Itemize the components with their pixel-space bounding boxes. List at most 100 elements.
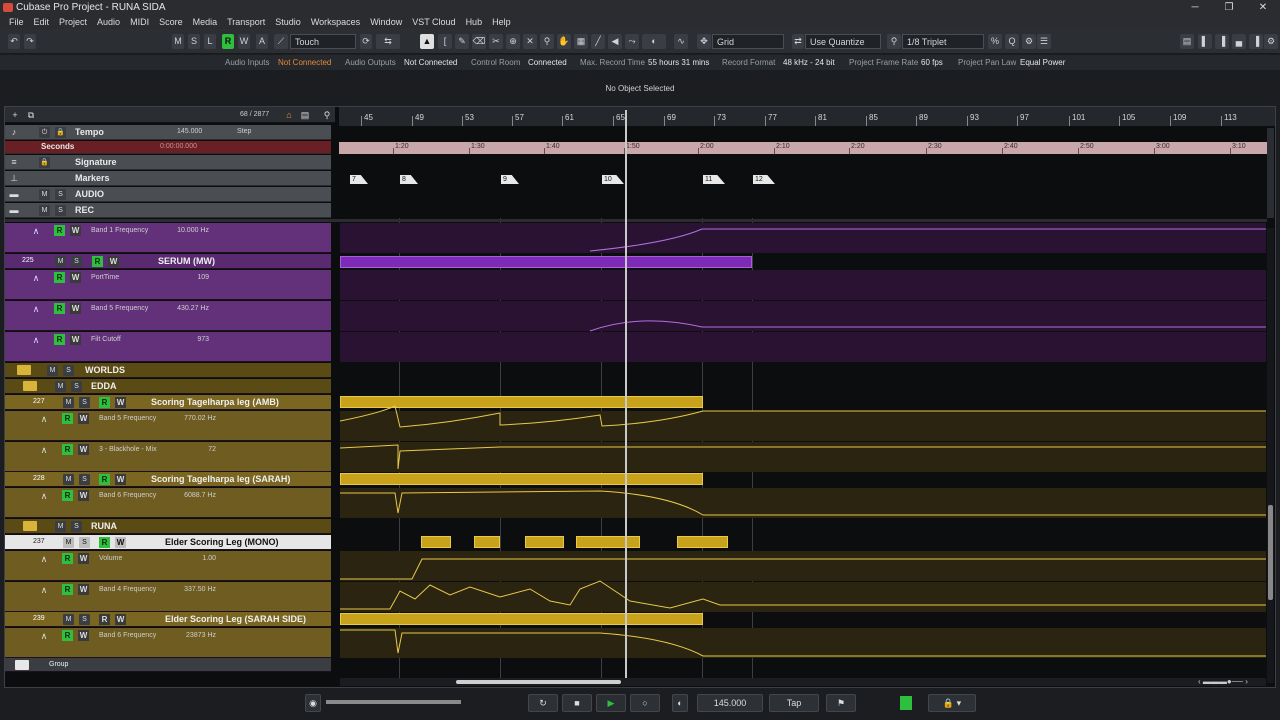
automation-value[interactable]: 23873 Hz [172, 632, 216, 639]
project-cursor[interactable] [625, 110, 627, 680]
tempo-track[interactable]: ♪ ⏻ 🔒 Tempo 145.000 Step [5, 125, 331, 140]
menu-studio[interactable]: Studio [270, 15, 306, 29]
automation-curve[interactable] [340, 580, 1266, 610]
mute-button[interactable]: M [55, 381, 66, 392]
play-tool-icon[interactable]: ◀ [608, 34, 622, 49]
tempo-mode-select[interactable]: Step [237, 128, 251, 135]
solo-button[interactable]: S [71, 521, 82, 532]
automation-param[interactable]: 3 - Blackhole - Mix [99, 446, 157, 453]
glue-tool-icon[interactable]: ⊕ [506, 34, 520, 49]
automation-value[interactable]: 1.00 [172, 555, 216, 562]
quantize-mode-select[interactable]: Use Quantize [805, 34, 881, 49]
write-button[interactable]: W [78, 490, 89, 501]
tempo-value[interactable]: 145.000 [177, 128, 202, 135]
automation-param[interactable]: Band 4 Frequency [99, 586, 156, 593]
write-button[interactable]: W [70, 334, 81, 345]
automation-curve[interactable] [340, 490, 1266, 516]
automation-lane[interactable]: ∧ R W Filt Cutoff 973 [5, 332, 331, 362]
read-button[interactable]: R [62, 584, 73, 595]
solo-button[interactable]: S [79, 614, 90, 625]
track-name[interactable]: Elder Scoring Leg (MONO) [165, 537, 279, 547]
status-value-frame-rate[interactable]: 60 fps [921, 55, 943, 70]
record-mode-icon[interactable]: ◉ [305, 694, 321, 712]
read-button[interactable]: R [54, 303, 65, 314]
read-button[interactable]: R [54, 272, 65, 283]
record-button[interactable]: ○ [630, 694, 660, 712]
automation-lane[interactable]: ∧ R W Band 6 Frequency 23873 Hz [5, 628, 331, 658]
automation-curve[interactable] [340, 629, 1266, 657]
automation-curve[interactable] [340, 405, 1266, 428]
read-button[interactable]: R [62, 444, 73, 455]
automation-lane[interactable]: ∧ R W 3 - Blackhole - Mix 72 [5, 442, 331, 472]
write-button[interactable]: W [78, 413, 89, 424]
mute-button[interactable]: M [47, 365, 58, 376]
range-tool-icon[interactable]: [ [438, 34, 452, 49]
automation-value[interactable]: 973 [165, 336, 209, 343]
write-button[interactable]: W [70, 303, 81, 314]
menu-media[interactable]: Media [188, 15, 223, 29]
split-tool-icon[interactable]: ✂ [489, 34, 503, 49]
tempo-lock-button[interactable]: 🔒 [55, 127, 66, 138]
comp-tool-icon[interactable]: ▦ [574, 34, 588, 49]
automation-value[interactable]: 337.50 Hz [172, 586, 216, 593]
add-track-icon[interactable]: + [10, 110, 20, 120]
automation-param[interactable]: Band 6 Frequency [99, 492, 156, 499]
automation-value[interactable]: 10.000 Hz [165, 227, 209, 234]
automation-curve[interactable] [340, 444, 1266, 470]
instrument-track-227[interactable]: 227 M S R W Scoring Tagelharpa leg (AMB) [5, 395, 331, 410]
metronome-icon[interactable]: ◐ [672, 694, 688, 712]
track-name[interactable]: Scoring Tagelharpa leg (SARAH) [151, 474, 290, 484]
solo-button[interactable]: S [71, 381, 82, 392]
play-button[interactable]: ▶ [596, 694, 626, 712]
status-value-control-room[interactable]: Connected [528, 55, 567, 70]
write-button[interactable]: W [108, 256, 119, 267]
status-value-audio-outputs[interactable]: Not Connected [404, 55, 457, 70]
signature-track[interactable]: ≡ 🔒 Signature [5, 155, 331, 170]
home-icon[interactable]: ⌂ [284, 110, 294, 120]
inspector-icon[interactable]: ▐ [1215, 34, 1229, 49]
cycle-button[interactable]: ↻ [528, 694, 558, 712]
mute-button[interactable]: M [63, 614, 74, 625]
settings-icon[interactable]: ⚙ [1264, 34, 1278, 49]
automation-param[interactable]: Filt Cutoff [91, 336, 121, 343]
menu-score[interactable]: Score [154, 15, 188, 29]
mute-button[interactable]: M [63, 397, 74, 408]
automation-value[interactable]: 109 [165, 274, 209, 281]
zoom-slider[interactable]: ‹ ▬▬▬●── › [1198, 677, 1268, 687]
refresh-icon[interactable]: ⟳ [360, 34, 372, 49]
draw-tool-icon[interactable]: ✎ [455, 34, 469, 49]
auto-fades-icon[interactable]: ∿ [674, 34, 688, 49]
automation-lane[interactable]: ∧ R W Band 5 Frequency 770.02 Hz [5, 411, 331, 441]
stop-button[interactable]: ■ [562, 694, 592, 712]
read-button[interactable]: R [92, 256, 103, 267]
status-value-pan-law[interactable]: Equal Power [1020, 55, 1065, 70]
read-button[interactable]: R [62, 413, 73, 424]
automation-curve[interactable] [340, 558, 1266, 580]
automation-param[interactable]: Volume [99, 555, 122, 562]
automation-lane[interactable]: ∧ R W Volume 1.00 [5, 551, 331, 581]
read-button[interactable]: R [54, 334, 65, 345]
erase-tool-icon[interactable]: ⌫ [472, 34, 486, 49]
automation-lane[interactable]: ∧ R W Band 1 Frequency 10.000 Hz [5, 223, 331, 253]
automation-curve[interactable] [589, 228, 1266, 252]
bar-ruler[interactable]: 45 49 53 57 61 65 69 73 77 81 85 89 93 9… [339, 107, 1275, 127]
write-button[interactable]: W [70, 272, 81, 283]
vertical-scrollbar[interactable] [1267, 228, 1274, 683]
vertical-scroll-thumb[interactable] [1268, 505, 1273, 600]
automation-lane[interactable]: ∧ R W PortTime 109 [5, 270, 331, 300]
transport-tempo[interactable]: 145.000 [697, 694, 763, 712]
menu-edit[interactable]: Edit [29, 15, 55, 29]
write-button[interactable]: W [78, 584, 89, 595]
instrument-track-228[interactable]: 228 M S R W Scoring Tagelharpa leg (SARA… [5, 472, 331, 487]
automation-lane[interactable]: ∧ R W Band 4 Frequency 337.50 Hz [5, 582, 331, 612]
track-name[interactable]: Elder Scoring Leg (SARAH SIDE) [165, 614, 306, 624]
list-icon[interactable]: ☰ [1037, 34, 1051, 49]
read-button[interactable]: R [62, 490, 73, 501]
menu-workspaces[interactable]: Workspaces [306, 15, 365, 29]
write-button[interactable]: W [115, 614, 126, 625]
time-ruler[interactable]: 1:20 1:30 1:40 1:50 2:00 2:10 2:20 2:30 … [339, 142, 1267, 154]
mute-button[interactable]: M [39, 189, 50, 200]
snap-type-select[interactable]: Grid [712, 34, 784, 49]
track-name[interactable]: Scoring Tagelharpa leg (AMB) [151, 397, 279, 407]
object-selection-tool-icon[interactable]: ▲ [420, 34, 434, 49]
